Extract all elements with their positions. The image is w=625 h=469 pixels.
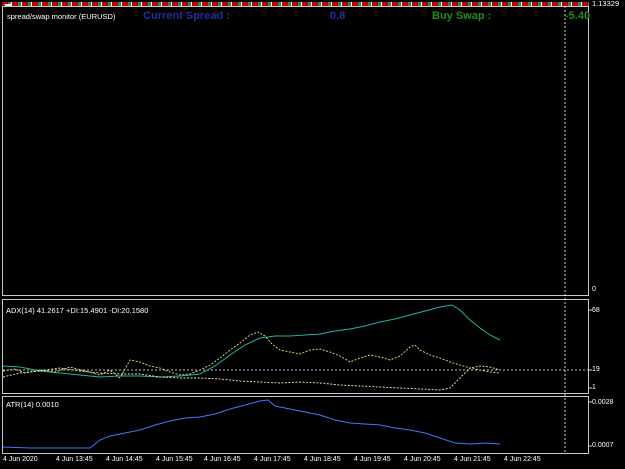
- time-axis-label: 4 Jun 20:45: [404, 456, 441, 463]
- time-axis-label: 4 Jun 14:45: [106, 456, 143, 463]
- time-axis-label: 4 Jun 21:45: [454, 456, 491, 463]
- time-axis-label: 4 Jun 2020: [3, 456, 38, 463]
- time-axis-label: 4 Jun 16:45: [204, 456, 241, 463]
- time-axis-label: 4 Jun 19:45: [354, 456, 391, 463]
- adx-line: [2, 304, 501, 378]
- time-axis-label: 4 Jun 13:45: [56, 456, 93, 463]
- time-axis-label: 4 Jun 18:45: [304, 456, 341, 463]
- plus-di-line: [2, 331, 501, 379]
- time-axis-label: 4 Jun 15:45: [156, 456, 193, 463]
- time-axis-label: 4 Jun 17:45: [254, 456, 291, 463]
- time-axis-label: 4 Jun 22:45: [504, 456, 541, 463]
- chart-overlay: [2, 6, 592, 454]
- atr-line: [2, 399, 501, 449]
